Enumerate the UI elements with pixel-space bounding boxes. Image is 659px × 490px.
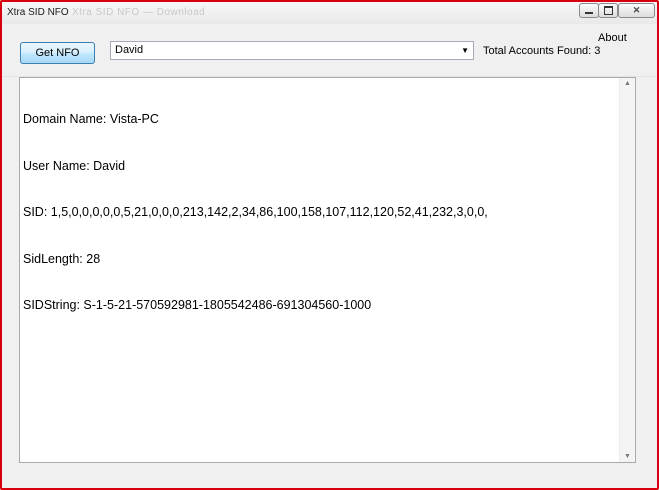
account-dropdown[interactable]: David ▼ — [110, 41, 474, 60]
get-nfo-button[interactable]: Get NFO — [20, 42, 95, 64]
vertical-scrollbar[interactable]: ▲ ▼ — [619, 78, 635, 462]
minimize-button[interactable] — [579, 3, 599, 18]
chevron-down-icon[interactable]: ▼ — [461, 46, 469, 55]
output-line-sidstring: SIDString: S-1-5-21-570592981-1805542486… — [23, 298, 372, 312]
output-textbox[interactable]: Domain Name: Vista-PC User Name: David S… — [19, 77, 636, 463]
output-line-user: User Name: David — [23, 158, 126, 173]
scroll-up-icon[interactable]: ▲ — [624, 80, 631, 87]
account-dropdown-value: David — [115, 44, 144, 56]
total-accounts-label: Total Accounts Found: 3 — [483, 45, 600, 57]
window-frame: Xtra SID NFO Xtra SID NFO — Download ✕ G… — [0, 0, 659, 490]
window-title-ghost: Xtra SID NFO — Download — [72, 7, 206, 18]
total-accounts-text: Total Accounts Found: — [483, 45, 592, 57]
maximize-button[interactable] — [598, 3, 618, 18]
about-link[interactable]: About — [598, 32, 627, 44]
output-line-sid: SID: 1,5,0,0,0,0,0,5,21,0,0,0,213,142,2,… — [23, 205, 488, 219]
title-bar[interactable]: Xtra SID NFO Xtra SID NFO — Download ✕ — [2, 2, 657, 25]
minimize-icon — [585, 12, 593, 14]
total-accounts-count: 3 — [594, 45, 601, 57]
output-text: Domain Name: Vista-PC User Name: David S… — [23, 81, 488, 345]
window-title: Xtra SID NFO — [7, 7, 69, 18]
close-icon: ✕ — [632, 5, 641, 15]
close-button[interactable]: ✕ — [618, 3, 655, 18]
output-line-sidlength: SidLength: 28 — [23, 251, 101, 266]
output-line-domain: Domain Name: Vista-PC — [23, 112, 159, 126]
client-area: Get NFO David ▼ Total Accounts Found: 3 … — [2, 24, 657, 488]
scroll-down-icon[interactable]: ▼ — [624, 453, 631, 460]
maximize-icon — [603, 6, 613, 15]
